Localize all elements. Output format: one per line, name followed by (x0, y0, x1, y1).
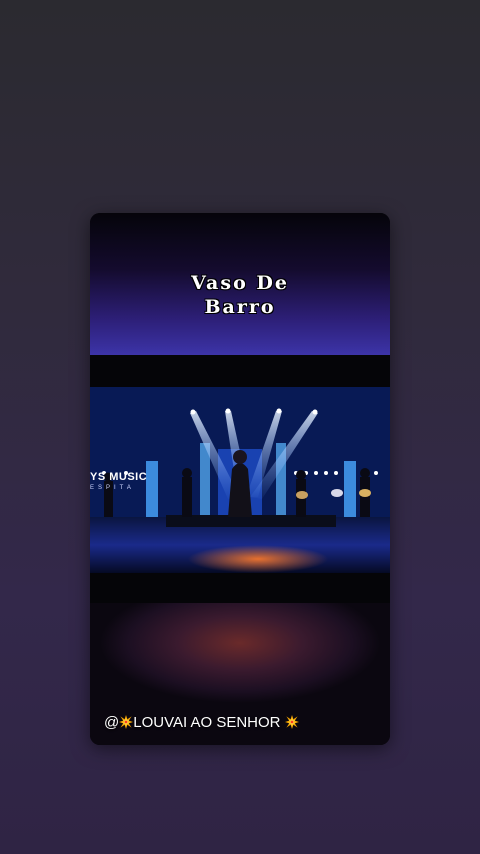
video-overlay-logo: YS MUSIC (90, 471, 148, 483)
collision-icon (284, 715, 299, 729)
floor-glow (188, 545, 328, 573)
title-panel: Vaso De Barro (90, 213, 390, 355)
video-title-line-2: Barro (204, 296, 276, 318)
caption-text: @ LOUVAI AO SENHOR (104, 714, 299, 731)
collision-icon (119, 715, 134, 729)
video-title-line-1: Vaso De (191, 272, 289, 294)
letterbox-bottom (90, 573, 390, 603)
caption-label: LOUVAI AO SENHOR (133, 714, 281, 731)
video-overlay-subtext: ESPITA (90, 485, 135, 491)
letterbox-top (90, 355, 390, 387)
caption-prefix: @ (104, 714, 120, 731)
caption-panel: @ LOUVAI AO SENHOR (90, 603, 390, 745)
video-title: Vaso De Barro (90, 271, 390, 319)
video-card[interactable]: Vaso De Barro YS MUSIC ESPITA @ LOUVAI A… (90, 213, 390, 745)
video-frame[interactable]: YS MUSIC ESPITA (90, 387, 390, 573)
